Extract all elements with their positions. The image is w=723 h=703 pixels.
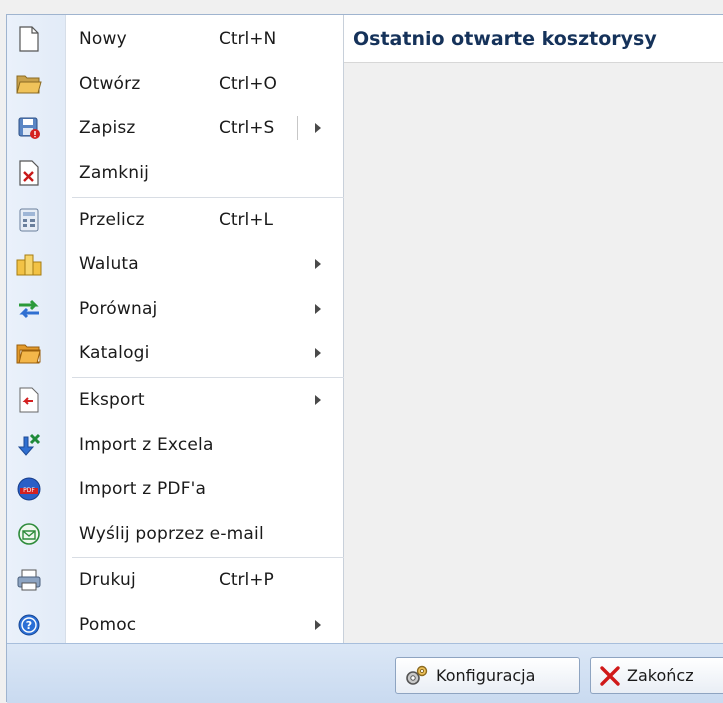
svg-text:?: ? [26,619,32,632]
submenu-arrow-icon [315,395,321,406]
menu-item-currency[interactable]: Waluta [7,242,343,287]
menu-item-label: Katalogi [79,343,150,364]
file-menu: Nowy Ctrl+N Otwórz Ctrl+O Zapisz Ctrl+S … [7,17,350,648]
submenu-arrow-icon [315,303,321,314]
configuration-button[interactable]: Konfiguracja [395,657,580,694]
menu-item-recalculate[interactable]: Przelicz Ctrl+L [7,197,343,242]
menu-item-label: Wyślij poprzez e-mail [79,523,264,544]
printer-icon [16,567,42,593]
menu-item-label: Eksport [79,390,145,411]
menu-item-label: Zapisz [79,118,136,139]
recent-files-header: Ostatnio otwarte kosztorysy [344,15,723,63]
menu-item-shortcut: Ctrl+N [219,29,277,50]
menu-item-label: Import z Excela [79,434,214,455]
recent-files-list [344,63,723,643]
svg-text:PDF: PDF [23,487,35,494]
menu-item-print[interactable]: Drukuj Ctrl+P [7,558,343,603]
menu-item-shortcut: Ctrl+O [219,73,277,94]
menu-item-shortcut: Ctrl+S [219,118,275,139]
menu-item-label: Przelicz [79,209,145,230]
menu-item-save[interactable]: Zapisz Ctrl+S [7,106,343,151]
menu-item-label: Nowy [79,29,127,50]
recent-files-title: Ostatnio otwarte kosztorysy [353,28,657,50]
menu-item-open[interactable]: Otwórz Ctrl+O [7,62,343,107]
open-folder-icon [16,71,42,97]
menu-item-close[interactable]: Zamknij [7,151,343,196]
menu-item-label: Waluta [79,254,139,275]
menu-item-label: Zamknij [79,163,150,184]
menu-item-label: Import z PDF'a [79,479,207,500]
menu-item-help[interactable]: ? Pomoc [7,603,343,648]
compare-arrows-icon [16,296,42,322]
menu-item-import-pdf[interactable]: PDF Import z PDF'a [7,467,343,512]
menu-item-label: Otwórz [79,73,141,94]
exit-button-label: Zakończ [627,666,694,685]
new-document-icon [16,26,42,52]
menu-item-shortcut: Ctrl+P [219,570,274,591]
import-pdf-icon: PDF [16,476,42,502]
red-x-icon [599,665,621,687]
submenu-arrow-icon [315,620,321,631]
submenu-arrow-icon [315,348,321,359]
menu-item-label: Porównaj [79,298,158,319]
calculator-icon [16,207,42,233]
menu-item-catalogs[interactable]: Katalogi [7,331,343,376]
menu-footer-bar: Konfiguracja Zakończ [7,643,723,703]
save-icon [16,115,42,141]
menu-item-label: Pomoc [79,615,137,636]
split-separator [297,116,298,141]
submenu-arrow-icon[interactable] [315,123,321,134]
exit-button[interactable]: Zakończ [590,657,723,694]
menu-item-compare[interactable]: Porównaj [7,287,343,332]
configuration-button-label: Konfiguracja [436,666,536,685]
menu-item-export[interactable]: Eksport [7,378,343,423]
coins-icon [16,251,42,277]
export-icon [16,387,42,413]
menu-item-send-email[interactable]: Wyślij poprzez e-mail [7,512,343,557]
help-icon: ? [16,612,42,638]
menu-item-shortcut: Ctrl+L [219,209,273,230]
email-icon [16,521,42,547]
menu-item-new[interactable]: Nowy Ctrl+N [7,17,343,62]
gears-icon [404,664,430,688]
submenu-arrow-icon [315,259,321,270]
close-document-icon [16,160,42,186]
import-excel-icon [16,432,42,458]
menu-item-import-excel[interactable]: Import z Excela [7,422,343,467]
catalogs-icon [16,340,42,366]
menu-item-label: Drukuj [79,570,136,591]
